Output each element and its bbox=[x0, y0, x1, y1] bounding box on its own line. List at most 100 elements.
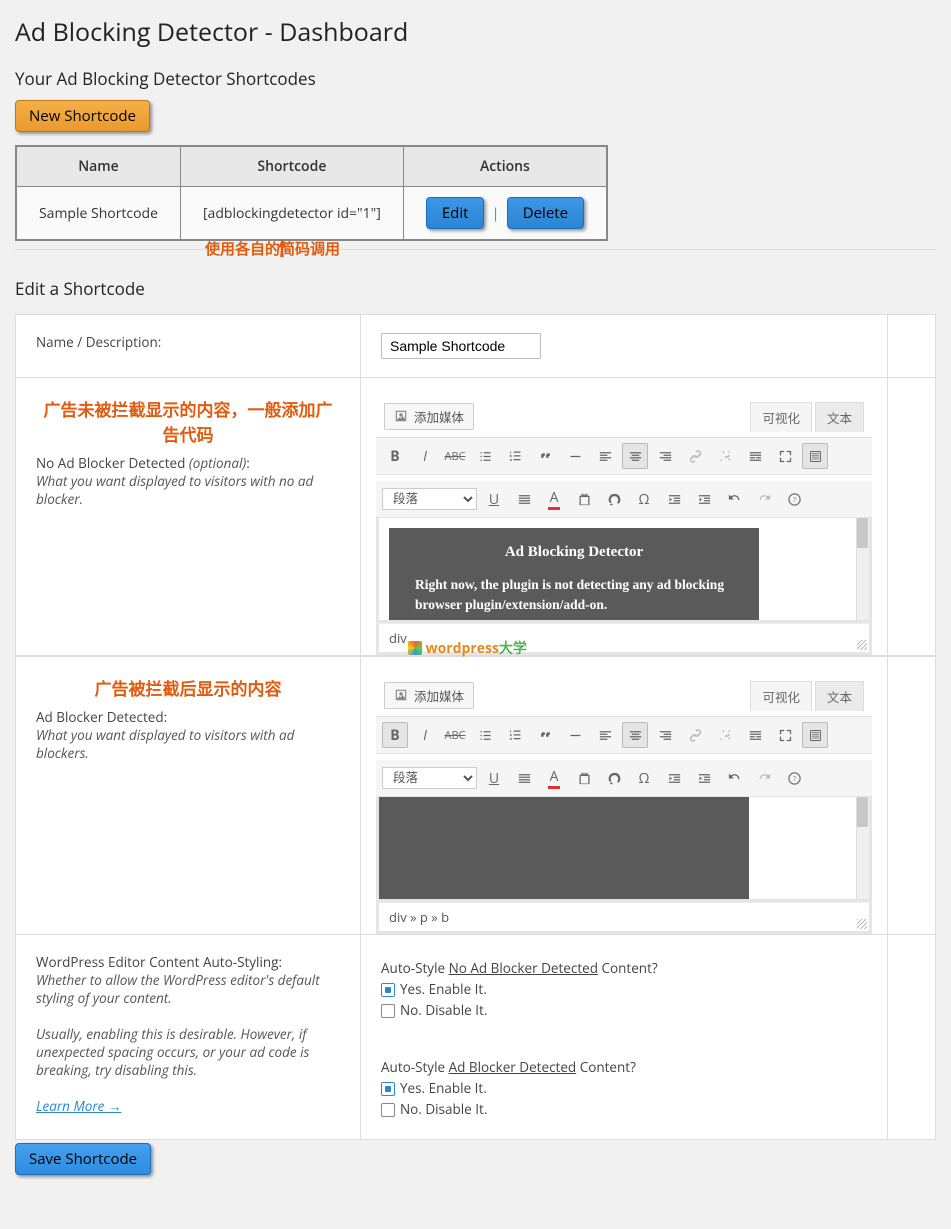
resize-handle-2[interactable] bbox=[857, 919, 867, 929]
italic-icon[interactable]: I bbox=[412, 722, 438, 748]
resize-handle[interactable] bbox=[857, 640, 867, 650]
link-icon[interactable] bbox=[682, 443, 708, 469]
svg-text:?: ? bbox=[793, 775, 796, 784]
undo-icon[interactable] bbox=[721, 486, 747, 512]
align-center-icon[interactable] bbox=[622, 722, 648, 748]
edit-button[interactable]: Edit bbox=[426, 197, 485, 229]
help-icon[interactable]: ? bbox=[781, 765, 807, 791]
ul-icon[interactable] bbox=[472, 443, 498, 469]
new-shortcode-button[interactable]: New Shortcode bbox=[15, 100, 150, 132]
svg-text:?: ? bbox=[793, 496, 796, 505]
align-right-icon[interactable] bbox=[652, 443, 678, 469]
tab-text[interactable]: 文本 bbox=[815, 402, 864, 432]
editor-no-blocker: 添加媒体 可视化 文本 B I ABC bbox=[376, 393, 872, 655]
editor-path-2: div » p » b bbox=[376, 902, 872, 934]
more-icon[interactable] bbox=[742, 722, 768, 748]
clear-format-icon[interactable] bbox=[601, 486, 627, 512]
checkbox-q2-yes[interactable] bbox=[381, 1082, 395, 1096]
cell-name: Sample Shortcode bbox=[16, 187, 180, 241]
editor-blocker: 添加媒体 可视化 文本 B I ABC bbox=[376, 672, 872, 934]
tab-text-2[interactable]: 文本 bbox=[815, 681, 864, 711]
scrollbar[interactable] bbox=[856, 518, 869, 620]
editor-toolbar-2: 段落 U A Ω ? bbox=[376, 481, 872, 518]
checkbox-q1-no[interactable] bbox=[381, 1004, 395, 1018]
preview-body: Right now, the plugin is not detecting a… bbox=[415, 575, 733, 616]
bold-icon[interactable]: B bbox=[382, 722, 408, 748]
blocker-note: 广告被拦截后显示的内容 bbox=[36, 675, 340, 700]
align-center-icon[interactable] bbox=[622, 443, 648, 469]
shortcodes-table: Name Shortcode Actions Sample Shortcode … bbox=[15, 145, 608, 241]
autostyle-help2: Usually, enabling this is desirable. How… bbox=[36, 1025, 340, 1079]
redo-icon[interactable] bbox=[751, 765, 777, 791]
outdent-icon[interactable] bbox=[661, 765, 687, 791]
undo-icon[interactable] bbox=[721, 765, 747, 791]
autostyle-help: Whether to allow the WordPress editor's … bbox=[36, 971, 340, 1007]
col-actions-header: Actions bbox=[403, 146, 607, 187]
blocker-label: Ad Blocker Detected: bbox=[36, 708, 340, 726]
special-char-icon[interactable]: Ω bbox=[631, 765, 657, 791]
align-left-icon[interactable] bbox=[592, 443, 618, 469]
strike-icon[interactable]: ABC bbox=[442, 443, 468, 469]
special-char-icon[interactable]: Ω bbox=[631, 486, 657, 512]
tab-visual-2[interactable]: 可视化 bbox=[750, 681, 812, 711]
ul-icon[interactable] bbox=[472, 722, 498, 748]
save-shortcode-button[interactable]: Save Shortcode bbox=[15, 1143, 151, 1175]
paste-text-icon[interactable] bbox=[571, 486, 597, 512]
link-icon[interactable] bbox=[682, 722, 708, 748]
hr-icon[interactable] bbox=[562, 722, 588, 748]
format-select-2[interactable]: 段落 bbox=[382, 767, 477, 789]
preview-title: Ad Blocking Detector bbox=[415, 544, 733, 561]
page-title: Ad Blocking Detector - Dashboard bbox=[15, 15, 936, 49]
edit-form-table: Name / Description: 广告未被拦截显示的内容，一般添加广告代码… bbox=[15, 314, 936, 1140]
no-blocker-help: What you want displayed to visitors with… bbox=[36, 472, 340, 508]
add-media-button-2[interactable]: 添加媒体 bbox=[384, 682, 474, 709]
no-blocker-label: No Ad Blocker Detected bbox=[36, 454, 189, 472]
table-row: Sample Shortcode [adblockingdetector id=… bbox=[16, 187, 607, 241]
paste-text-icon[interactable] bbox=[571, 765, 597, 791]
ol-icon[interactable] bbox=[502, 722, 528, 748]
text-color-icon[interactable]: A bbox=[541, 486, 567, 512]
align-justify-icon[interactable] bbox=[511, 486, 537, 512]
clear-format-icon[interactable] bbox=[601, 765, 627, 791]
checkbox-q1-yes[interactable] bbox=[381, 983, 395, 997]
checkbox-q2-no[interactable] bbox=[381, 1103, 395, 1117]
editor-toolbar-1: B I ABC bbox=[376, 437, 872, 475]
indent-icon[interactable] bbox=[691, 765, 717, 791]
quote-icon[interactable] bbox=[532, 722, 558, 748]
text-color-icon[interactable]: A bbox=[541, 765, 567, 791]
toolbar-toggle-icon[interactable] bbox=[802, 722, 828, 748]
hr-icon[interactable] bbox=[562, 443, 588, 469]
format-select[interactable]: 段落 bbox=[382, 488, 477, 510]
toolbar-toggle-icon[interactable] bbox=[802, 443, 828, 469]
more-icon[interactable] bbox=[742, 443, 768, 469]
delete-button[interactable]: Delete bbox=[507, 197, 584, 229]
italic-icon[interactable]: I bbox=[412, 443, 438, 469]
align-justify-icon[interactable] bbox=[511, 765, 537, 791]
unlink-icon[interactable] bbox=[712, 443, 738, 469]
bold-icon[interactable]: B bbox=[382, 443, 408, 469]
editor-content-2[interactable] bbox=[376, 797, 872, 902]
align-right-icon[interactable] bbox=[652, 722, 678, 748]
help-icon[interactable]: ? bbox=[781, 486, 807, 512]
name-input[interactable] bbox=[381, 333, 541, 359]
editor-content[interactable]: Ad Blocking Detector Right now, the plug… bbox=[376, 518, 872, 623]
name-label: Name / Description: bbox=[16, 315, 361, 378]
underline-icon[interactable]: U bbox=[481, 765, 507, 791]
fullscreen-icon[interactable] bbox=[772, 443, 798, 469]
tab-visual[interactable]: 可视化 bbox=[750, 402, 812, 432]
indent-icon[interactable] bbox=[691, 486, 717, 512]
scrollbar-2[interactable] bbox=[856, 797, 869, 899]
underline-icon[interactable]: U bbox=[481, 486, 507, 512]
outdent-icon[interactable] bbox=[661, 486, 687, 512]
redo-icon[interactable] bbox=[751, 486, 777, 512]
learn-more-link[interactable]: Learn More → bbox=[36, 1097, 121, 1115]
ol-icon[interactable] bbox=[502, 443, 528, 469]
quote-icon[interactable] bbox=[532, 443, 558, 469]
strike-icon[interactable]: ABC bbox=[442, 722, 468, 748]
add-media-button[interactable]: 添加媒体 bbox=[384, 403, 474, 430]
cell-shortcode: [adblockingdetector id="1"] bbox=[180, 187, 403, 241]
align-left-icon[interactable] bbox=[592, 722, 618, 748]
editor2-toolbar-1: B I ABC bbox=[376, 716, 872, 754]
fullscreen-icon[interactable] bbox=[772, 722, 798, 748]
unlink-icon[interactable] bbox=[712, 722, 738, 748]
